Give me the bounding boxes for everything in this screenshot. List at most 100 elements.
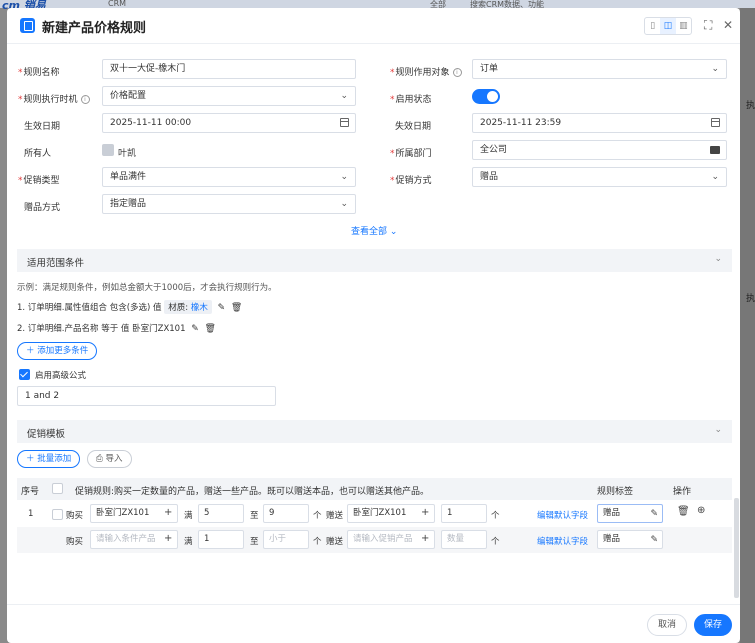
chevron-down-icon: ⌄ xyxy=(340,172,348,182)
chevron-down-icon: ⌄ xyxy=(340,91,348,101)
end-date-label: 失效日期 xyxy=(395,122,432,132)
promo-method-select[interactable]: 赠品 ⌄ xyxy=(472,167,727,187)
cancel-button[interactable]: 取消 xyxy=(647,614,687,636)
exec-timing-label: *规则执行时机 i xyxy=(18,92,90,105)
enabled-label: *启用状态 xyxy=(390,95,432,105)
bg-side-text: 执 xyxy=(746,101,755,111)
scrollbar[interactable] xyxy=(734,498,739,598)
add-icon[interactable]: + xyxy=(164,507,172,518)
background-right-strip: 执 执 xyxy=(740,8,755,643)
advanced-formula-label: 启用高级公式 xyxy=(35,371,87,381)
trash-icon[interactable]: 🗑 xyxy=(204,324,215,334)
trash-icon[interactable]: 🗑 xyxy=(231,303,242,313)
condition-row: 1. 订单明细.属性值组合 包含(多选) 值 材质: 橡木 ✎ 🗑 xyxy=(17,300,242,314)
chevron-down-icon: ⌄ xyxy=(711,172,719,182)
rule-target-select[interactable]: 订单 ⌄ xyxy=(472,59,727,79)
promo-table-header: 序号 促销规则:购买一定数量的产品，赠送一些产品。既可以赠送本品，也可以赠送其他… xyxy=(17,478,732,500)
single-column-icon[interactable]: ▯ xyxy=(645,18,660,34)
max-qty-input[interactable]: 小于 xyxy=(263,530,309,549)
col-rule: 促销规则:购买一定数量的产品，赠送一些产品。既可以赠送本品，也可以赠送其他产品。 xyxy=(75,487,430,497)
dialog-footer: 取消 保存 xyxy=(7,604,740,643)
folder-icon xyxy=(710,146,720,154)
gift-qty-input[interactable]: 1 xyxy=(441,504,487,523)
avatar xyxy=(102,144,114,156)
chevron-down-icon: ⌄ xyxy=(389,227,398,237)
add-icon[interactable]: + xyxy=(164,533,172,544)
edit-icon[interactable]: ✎ xyxy=(191,324,199,334)
info-icon: i xyxy=(80,95,90,104)
dialog-title: 新建产品价格规则 xyxy=(42,21,147,36)
scope-section-title: 适用范围条件 xyxy=(27,258,85,269)
calendar-icon xyxy=(340,118,349,127)
fullscreen-icon[interactable]: ⛶ xyxy=(704,18,712,33)
chevron-down-icon: ⌄ xyxy=(714,254,722,264)
close-icon[interactable]: ✕ xyxy=(723,18,733,32)
department-label: *所属部门 xyxy=(390,149,432,159)
rule-target-label: *规则作用对象 i xyxy=(390,65,462,78)
promo-template-section-header[interactable]: 促销模板 ⌄ xyxy=(17,420,732,443)
promo-type-label: *促销类型 xyxy=(18,176,60,186)
col-action: 操作 xyxy=(673,487,692,497)
view-all-link[interactable]: 查看全部 ⌄ xyxy=(351,224,397,237)
dialog-header: 新建产品价格规则 ▯ ◫ ▥ ⛶ ✕ xyxy=(7,8,740,44)
layout-switch: ▯ ◫ ▥ xyxy=(644,17,692,35)
table-row: 1 购买 卧室门ZX101 + 满 5 至 9 个 赠送 卧室门ZX101 + … xyxy=(28,504,706,523)
promo-type-select[interactable]: 单品满件 ⌄ xyxy=(102,167,356,187)
rule-tag-input[interactable]: 赠品 ✎ xyxy=(597,504,663,523)
min-qty-input[interactable]: 5 xyxy=(198,504,244,523)
three-column-icon[interactable]: ▥ xyxy=(676,18,691,34)
gift-method-label: 赠品方式 xyxy=(24,203,61,213)
info-icon: i xyxy=(452,68,462,77)
condition-tag: 材质: 橡木 xyxy=(164,300,212,314)
edit-default-fields-link[interactable]: 编辑默认字段 xyxy=(537,509,588,521)
promo-template-title: 促销模板 xyxy=(27,429,66,440)
two-column-icon[interactable]: ◫ xyxy=(660,18,676,34)
select-all-checkbox[interactable] xyxy=(52,483,63,494)
trash-icon[interactable]: 🗑 xyxy=(677,506,690,517)
rule-name-input[interactable]: 双十一大促-橡木门 xyxy=(102,59,356,79)
edit-default-fields-link[interactable]: 编辑默认字段 xyxy=(537,535,588,547)
add-more-conditions-button[interactable]: ＋ 添加更多条件 xyxy=(17,342,98,360)
edit-icon: ✎ xyxy=(650,509,658,519)
add-circle-icon[interactable]: ⊕ xyxy=(697,505,705,516)
rule-name-label: *规则名称 xyxy=(18,68,60,78)
advanced-formula-checkbox[interactable] xyxy=(19,369,30,380)
import-button[interactable]: ⎙ 导入 xyxy=(87,450,132,468)
form-icon xyxy=(20,18,35,33)
scope-section-header[interactable]: 适用范围条件 ⌄ xyxy=(17,249,732,272)
enabled-toggle[interactable] xyxy=(472,89,500,104)
new-price-rule-dialog: 新建产品价格规则 ▯ ◫ ▥ ⛶ ✕ *规则名称 双十一大促-橡木门 *规则作用… xyxy=(7,8,740,643)
add-icon[interactable]: + xyxy=(421,507,429,518)
edit-icon[interactable]: ✎ xyxy=(218,303,226,313)
background-app-bar: cm 销易 CRM 全部 搜索CRM数据、功能 xyxy=(0,0,755,12)
edit-icon: ✎ xyxy=(650,535,658,545)
save-button[interactable]: 保存 xyxy=(694,614,732,636)
batch-add-button[interactable]: ＋ 批量添加 xyxy=(17,450,81,468)
add-icon[interactable]: + xyxy=(421,533,429,544)
col-tag: 规则标签 xyxy=(597,487,634,497)
bg-tab-crm: CRM xyxy=(108,0,127,8)
owner-value[interactable]: 叶凯 xyxy=(118,146,136,159)
min-qty-input[interactable]: 1 xyxy=(198,530,244,549)
scope-hint: 示例：满足规则条件，例如总金额大于1000后，才会执行规则行为。 xyxy=(17,283,277,293)
chevron-down-icon: ⌄ xyxy=(714,425,722,435)
gift-method-select[interactable]: 指定赠品 ⌄ xyxy=(102,194,356,214)
col-index: 序号 xyxy=(21,487,40,497)
condition-row: 2. 订单明细.产品名称 等于 值 卧室门ZX101 ✎ 🗑 xyxy=(17,324,216,334)
rule-tag-input[interactable]: 赠品 ✎ xyxy=(597,530,663,549)
max-qty-input[interactable]: 9 xyxy=(263,504,309,523)
table-row: 购买 请输入条件产品 + 满 1 至 小于 个 赠送 请输入促销产品 + 数量 … xyxy=(17,527,732,553)
promo-method-label: *促销方式 xyxy=(390,176,432,186)
chevron-down-icon: ⌄ xyxy=(340,199,348,209)
start-date-input[interactable]: 2025-11-11 00:00 xyxy=(102,113,356,133)
exec-timing-select[interactable]: 价格配置 ⌄ xyxy=(102,86,356,106)
department-input[interactable]: 全公司 xyxy=(472,140,727,160)
bg-side-text: 执 xyxy=(746,294,755,304)
end-date-input[interactable]: 2025-11-11 23:59 xyxy=(472,113,727,133)
chevron-down-icon: ⌄ xyxy=(711,64,719,74)
gift-qty-input[interactable]: 数量 xyxy=(441,530,487,549)
owner-label: 所有人 xyxy=(24,149,52,159)
calendar-icon xyxy=(711,118,720,127)
row-checkbox[interactable] xyxy=(52,509,63,520)
formula-input[interactable]: 1 and 2 xyxy=(17,386,276,406)
